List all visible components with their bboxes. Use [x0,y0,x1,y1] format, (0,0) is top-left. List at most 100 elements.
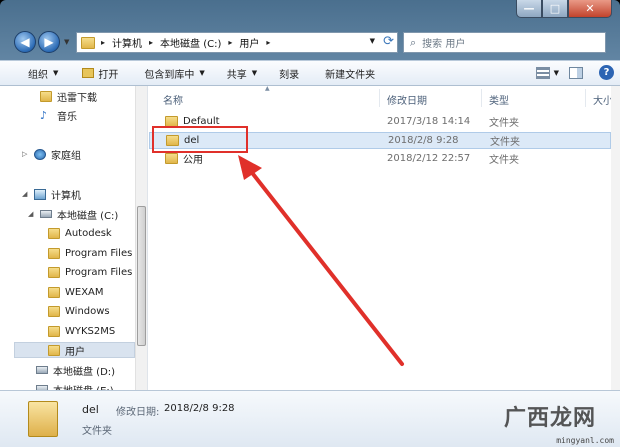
folder-icon [165,153,178,164]
search-input[interactable]: ⌕ 搜索 用户 [403,32,606,53]
recent-pages-dropdown[interactable]: ▼ [64,38,69,46]
drive-icon [40,210,52,218]
sidebar-item-label: 迅雷下载 [57,92,97,104]
sidebar-item-xunlei[interactable]: 迅雷下载 [40,88,97,104]
sidebar-item-label: Program Files [65,247,133,259]
folder-icon [48,344,60,356]
expand-icon[interactable]: ▷ [22,150,30,158]
file-list-scrollbar[interactable] [611,86,620,390]
collapse-icon[interactable]: ◢ [28,210,36,218]
chevron-right-icon[interactable]: ▸ [149,38,153,47]
column-divider[interactable] [379,89,380,107]
sidebar-item-drive-d[interactable]: 本地磁盘 (D:) [36,362,115,378]
sidebar-item-label: 用户 [65,346,85,358]
minimize-button[interactable]: — [516,0,542,18]
chevron-right-icon[interactable]: ▸ [228,38,232,47]
column-type[interactable]: 类型 [489,92,509,107]
command-bar: 组织 ▼ 打开 包含到库中 ▼ 共享 ▼ 刻录 新建文件夹 ▼ ? [0,60,620,86]
open-icon [82,68,95,78]
sidebar-item-windows[interactable]: Windows [48,303,110,319]
sidebar-item-label: 本地磁盘 (D:) [53,366,116,378]
column-divider[interactable] [585,89,586,107]
breadcrumb-item-computer[interactable]: 计算机 [112,35,142,50]
watermark: 广西龙网 mingyanl.com [490,398,618,447]
chevron-down-icon: ▼ [53,69,59,77]
content-area: 迅雷下载 ♪ 音乐 ▷ 家庭组 ◢ 计算机 ◢ 本地磁盘 (C:) Autode… [0,85,620,390]
sidebar-item-label: Windows [65,305,110,317]
folder-icon [48,227,60,239]
back-arrow-icon: ◀ [20,35,30,49]
folder-icon [48,266,60,278]
sidebar-item-label: WEXAM [65,286,104,298]
file-type: 文件夹 [490,137,520,148]
sidebar-item-label: 家庭组 [51,150,81,162]
sidebar-scrollbar[interactable] [135,86,147,390]
sidebar-item-wexam[interactable]: WEXAM [48,284,104,300]
column-size[interactable]: 大小 [593,92,613,107]
preview-pane-icon[interactable] [569,66,583,79]
address-history-dropdown[interactable]: ▼ [370,37,375,45]
file-modified: 2018/2/8 9:28 [388,135,459,146]
breadcrumb-item-users[interactable]: 用户 [239,35,259,50]
sidebar-item-label: WYKS2MS [65,325,116,337]
view-icon[interactable] [535,66,550,79]
sidebar-item-autodesk[interactable]: Autodesk [48,225,112,241]
sidebar-item-users[interactable]: 用户 [14,342,135,358]
open-label: 打开 [98,69,119,81]
folder-icon [48,305,60,317]
burn-label: 刻录 [279,69,300,81]
chevron-right-icon[interactable]: ▸ [266,38,270,47]
sidebar-item-wyks2ms[interactable]: WYKS2MS [48,323,115,339]
sidebar-item-label: 本地磁盘 (E:) [53,382,114,391]
help-icon[interactable]: ? [599,65,614,80]
search-placeholder: 搜索 用户 [422,39,466,50]
breadcrumb: ▸ 计算机 ▸ 本地磁盘 (C:) ▸ 用户 ▸ [101,35,277,50]
forward-button[interactable]: ▶ [38,31,60,53]
share-button[interactable]: 共享 ▼ [227,66,257,81]
sidebar-item-homegroup[interactable]: ▷ 家庭组 [22,146,81,162]
watermark-url: mingyanl.com [556,436,614,445]
maximize-button[interactable]: □ [542,0,568,18]
sidebar-item-label: 音乐 [57,111,77,123]
address-bar[interactable]: ▸ 计算机 ▸ 本地磁盘 (C:) ▸ 用户 ▸ ▼ ⟳ [76,32,398,53]
organize-button[interactable]: 组织 ▼ [28,66,58,81]
sidebar-item-label: Program Files [65,266,133,278]
caption-buttons: — □ ✕ [516,0,612,18]
file-modified: 2018/2/12 22:57 [387,153,471,164]
burn-button[interactable]: 刻录 [279,66,299,81]
folder-icon [28,401,58,437]
details-name: del [82,403,99,416]
open-button[interactable]: 打开 [82,66,118,81]
sidebar-item-drive-e[interactable]: 本地磁盘 (E:) [36,381,114,390]
column-divider[interactable] [481,89,482,107]
collapse-icon[interactable]: ◢ [22,190,30,198]
organize-label: 组织 [28,69,48,81]
sidebar-item-computer[interactable]: ◢ 计算机 [22,186,81,202]
column-headers: ▲ 名称 修改日期 类型 大小 [149,85,620,110]
sidebar-item-music[interactable]: ♪ 音乐 [40,107,77,123]
include-in-library-button[interactable]: 包含到库中 ▼ [144,66,204,81]
breadcrumb-item-drive-c[interactable]: 本地磁盘 (C:) [160,35,221,50]
file-type: 文件夹 [489,118,519,129]
details-modified-label: 修改日期: [116,407,160,418]
sidebar-item-label: 本地磁盘 (C:) [57,210,119,222]
column-name[interactable]: 名称 [163,92,183,107]
search-icon: ⌕ [410,35,417,49]
forward-arrow-icon: ▶ [44,35,54,49]
column-modified[interactable]: 修改日期 [387,92,427,107]
folder-icon [48,247,60,259]
navigation-bar: ◀ ▶ ▼ ▸ 计算机 ▸ 本地磁盘 (C:) ▸ 用户 ▸ ▼ ⟳ ⌕ 搜索 … [0,28,620,56]
back-button[interactable]: ◀ [14,31,36,53]
details-type: 文件夹 [82,426,112,437]
folder-icon [48,286,60,298]
music-icon: ♪ [40,108,48,122]
scrollbar-thumb[interactable] [137,206,146,346]
sidebar-item-program-files-x86[interactable]: Program Files [48,264,132,280]
close-button[interactable]: ✕ [568,0,612,18]
chevron-down-icon[interactable]: ▼ [554,69,559,77]
new-folder-button[interactable]: 新建文件夹 [325,66,375,81]
refresh-icon[interactable]: ⟳ [383,34,394,49]
share-label: 共享 [226,69,247,81]
sidebar-item-program-files[interactable]: Program Files [48,245,132,261]
sidebar-item-drive-c[interactable]: ◢ 本地磁盘 (C:) [28,206,118,222]
